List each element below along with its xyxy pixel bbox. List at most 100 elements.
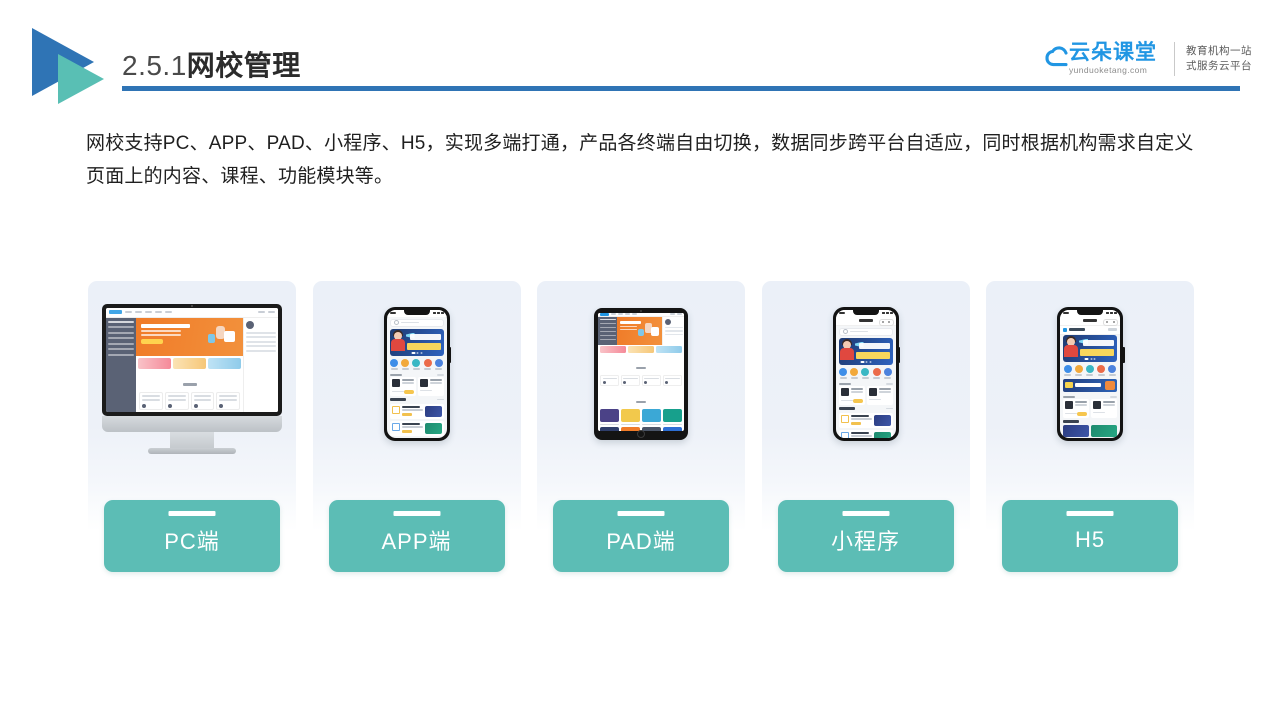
grid-tile[interactable] [663,427,682,431]
label-divider-bar [168,511,216,516]
category-item[interactable] [1108,364,1117,376]
section-more-link[interactable] [1110,396,1117,398]
category-item[interactable] [1097,364,1106,376]
search-bar[interactable] [838,327,893,336]
hero-banner[interactable] [1063,334,1117,362]
course-card[interactable] [139,391,163,410]
course-card-row [836,386,896,405]
platform-label-app[interactable]: APP端 [328,500,505,572]
carousel-dots[interactable] [411,352,422,354]
category-item[interactable] [401,358,410,370]
platform-card-pc[interactable]: PC端 [88,281,296,576]
section-title [1063,419,1079,423]
grid-tile[interactable] [642,427,661,431]
list-item[interactable] [838,430,893,438]
category-label [1108,374,1116,376]
miniprogram-capsule-buttons[interactable] [878,318,894,326]
course-card[interactable] [1063,399,1089,418]
promo-banner[interactable] [173,357,206,369]
section-title [598,388,684,409]
carousel-dots[interactable] [1084,358,1096,360]
hero-banner[interactable] [838,337,893,365]
grid-tile[interactable] [642,408,661,422]
course-card[interactable] [1091,399,1117,418]
platform-label-text: PAD端 [606,528,676,554]
category-item[interactable] [423,358,432,370]
smartphone-icon [383,306,451,441]
category-item[interactable] [872,367,881,379]
grid-tile[interactable] [600,408,619,422]
platform-label-miniprogram[interactable]: 小程序 [777,500,954,572]
list-item[interactable] [389,421,444,436]
site-header-actions[interactable] [1108,328,1117,331]
category-item[interactable] [1085,364,1094,376]
bottom-banner-row [1060,424,1120,438]
category-item[interactable] [412,358,421,370]
browser-menu-button[interactable] [1103,318,1118,326]
list-item[interactable] [838,413,893,428]
home-button-icon[interactable] [637,429,645,438]
course-card[interactable] [662,375,682,386]
course-card[interactable] [866,386,893,405]
course-card[interactable] [164,391,189,410]
hero-banner[interactable] [389,328,444,356]
section-more-link[interactable] [885,383,893,385]
grid-tile[interactable] [663,408,682,422]
category-item[interactable] [434,358,443,370]
grid-tile[interactable] [621,408,640,422]
promo-banner[interactable] [1063,378,1117,392]
nav-item [618,313,623,315]
category-item[interactable] [861,367,870,379]
category-item[interactable] [390,358,399,370]
category-item[interactable] [839,367,848,379]
promo-banner[interactable] [655,346,682,353]
category-item[interactable] [1074,364,1083,376]
section-more-link[interactable] [436,374,444,376]
bottom-banner[interactable] [1091,425,1117,437]
platform-card-pad[interactable]: PAD端 [537,281,745,576]
hero-subline [141,330,182,332]
course-card[interactable] [838,386,865,405]
bottom-banner[interactable] [1063,425,1089,437]
category-item[interactable] [1063,364,1072,376]
section-more-link[interactable] [436,398,444,400]
course-card[interactable] [417,377,444,396]
category-item[interactable] [883,367,892,379]
grid-tile[interactable] [600,427,619,431]
platform-label-h5[interactable]: H5 [1002,500,1178,572]
course-card[interactable] [620,375,641,386]
battery-icon [1114,311,1117,315]
nav-item [625,313,630,315]
section-more-link[interactable] [885,407,893,409]
promo-banner[interactable] [627,346,655,353]
course-card[interactable] [641,375,662,386]
label-divider-bar [393,511,440,516]
course-card[interactable] [389,377,416,396]
list-item[interactable] [389,404,444,419]
promo-banner[interactable] [138,357,171,369]
platform-card-miniprogram[interactable]: 小程序 [761,281,970,576]
hero-cta-button[interactable] [141,339,163,344]
category-icon [861,367,870,376]
platform-label-pad[interactable]: PAD端 [553,500,729,572]
course-avatar [602,380,606,384]
course-text [429,379,442,384]
course-card-row-inner [1093,401,1115,409]
course-title-line [142,398,160,401]
course-card[interactable] [216,391,240,410]
category-item[interactable] [850,367,859,379]
course-card[interactable] [190,391,215,410]
platform-card-app[interactable]: APP端 [312,281,521,576]
search-bar[interactable] [389,318,444,327]
course-card[interactable] [600,375,620,386]
course-text [1103,401,1115,406]
course-avatar [623,380,627,384]
platform-label-pc[interactable]: PC端 [104,500,280,572]
promo-banner[interactable] [600,346,627,353]
status-indicators [881,311,893,315]
platform-card-h5[interactable]: H5 [986,281,1194,576]
promo-banner[interactable] [208,357,241,369]
hero-banner[interactable] [617,316,662,345]
section-title [1063,395,1075,398]
carousel-dots[interactable] [860,361,871,363]
